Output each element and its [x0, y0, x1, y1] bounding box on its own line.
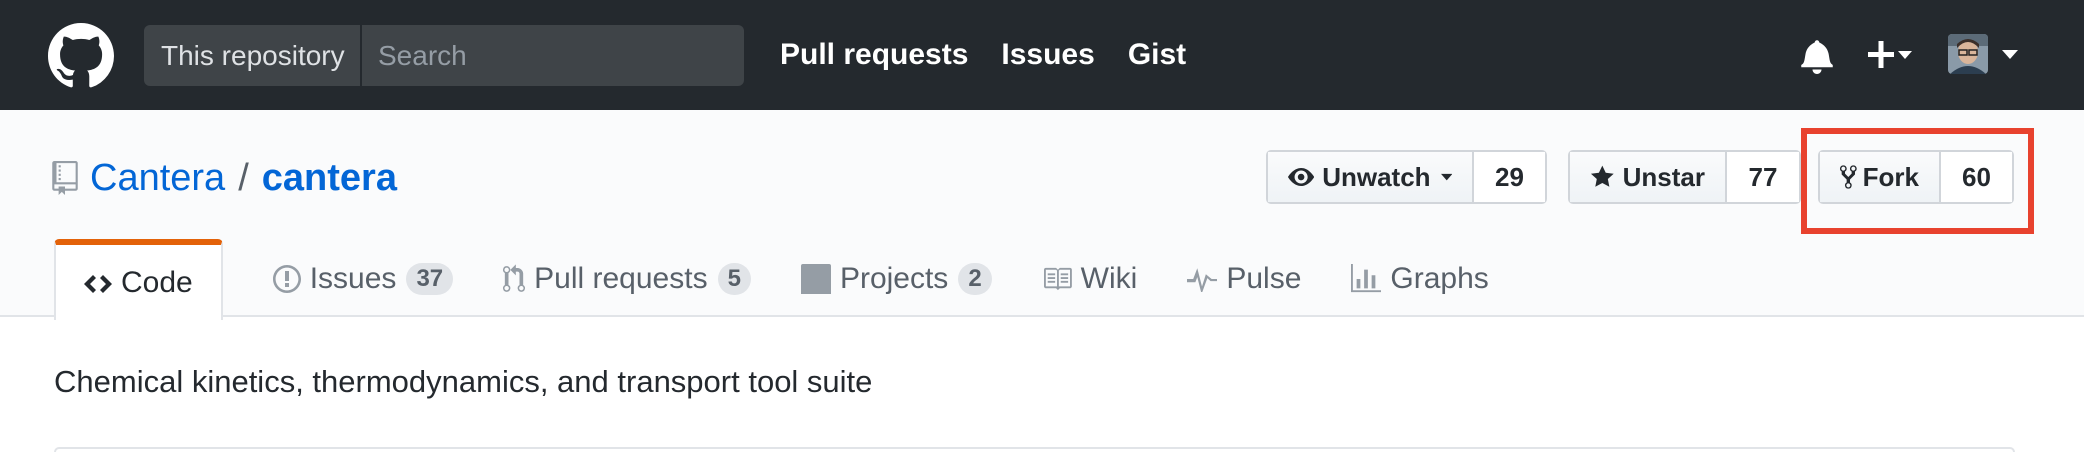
search-box: This repository: [144, 25, 744, 86]
watchers-count[interactable]: 29: [1474, 152, 1545, 202]
notifications-bell-icon[interactable]: [1801, 38, 1833, 74]
highlight-annotation: [1801, 128, 2034, 234]
pull-request-icon: [503, 263, 526, 294]
repo-header: Cantera / cantera Unwatch 29 Unstar 77 F…: [0, 110, 2084, 324]
header-nav: Pull requests Issues Gist: [780, 0, 1186, 110]
projects-count-badge: 2: [958, 262, 992, 295]
pulse-icon: [1187, 266, 1218, 292]
nav-pull-requests[interactable]: Pull requests: [780, 38, 968, 72]
file-list-box: [54, 447, 2015, 452]
top-header: This repository Pull requests Issues Gis…: [0, 0, 2084, 110]
repo-owner-link[interactable]: Cantera: [90, 157, 225, 200]
issue-icon: [272, 264, 301, 293]
create-new-dropdown[interactable]: [1868, 36, 1916, 76]
tab-issues[interactable]: Issues 37: [272, 238, 454, 319]
tab-graphs[interactable]: Graphs: [1351, 238, 1489, 319]
tab-label: Graphs: [1390, 261, 1489, 295]
graph-icon: [1351, 263, 1382, 294]
caret-down-icon: [2002, 50, 2018, 59]
pull-requests-count-badge: 5: [717, 262, 751, 295]
repo-title: Cantera / cantera: [52, 156, 397, 200]
watch-group: Unwatch 29: [1266, 150, 1547, 204]
github-logo-icon[interactable]: [48, 23, 114, 89]
tab-projects[interactable]: Projects 2: [800, 238, 992, 319]
project-icon: [800, 263, 831, 294]
tab-label: Code: [121, 265, 193, 299]
caret-down-icon: [1898, 51, 1912, 59]
star-icon: [1590, 165, 1614, 187]
avatar: [1948, 34, 1988, 74]
tab-label: Wiki: [1080, 261, 1138, 295]
issues-count-badge: 37: [406, 262, 454, 295]
repo-path-separator: /: [238, 156, 249, 199]
tab-wiki[interactable]: Wiki: [1042, 238, 1138, 319]
repo-tabs: Code Issues 37 Pull requests 5 Projects …: [54, 238, 1539, 324]
tab-label: Pull requests: [534, 261, 708, 295]
unwatch-label: Unwatch: [1322, 161, 1431, 192]
stargazers-count[interactable]: 77: [1727, 152, 1799, 202]
tab-code[interactable]: Code: [54, 239, 223, 324]
star-group: Unstar 77: [1568, 150, 1801, 204]
search-scope-label: This repository: [144, 25, 362, 86]
repo-name-link[interactable]: cantera: [262, 157, 397, 200]
unwatch-button[interactable]: Unwatch: [1268, 152, 1474, 202]
tab-label: Projects: [839, 261, 949, 295]
code-icon: [84, 272, 112, 294]
repo-description: Chemical kinetics, thermodynamics, and t…: [54, 364, 873, 399]
eye-icon: [1288, 167, 1315, 187]
repo-icon: [52, 161, 78, 195]
caret-down-icon: [1440, 173, 1452, 180]
tab-pull-requests[interactable]: Pull requests 5: [503, 238, 751, 319]
book-icon: [1042, 266, 1072, 292]
tab-label: Issues: [309, 261, 397, 295]
tab-label: Pulse: [1226, 261, 1302, 295]
search-input[interactable]: [362, 25, 744, 86]
user-menu[interactable]: [1948, 34, 2020, 78]
unstar-label: Unstar: [1622, 161, 1705, 192]
plus-icon: [1868, 41, 1912, 68]
nav-gist[interactable]: Gist: [1128, 38, 1186, 72]
unstar-button[interactable]: Unstar: [1570, 152, 1727, 202]
tab-pulse[interactable]: Pulse: [1187, 238, 1301, 319]
nav-issues[interactable]: Issues: [1001, 38, 1094, 72]
